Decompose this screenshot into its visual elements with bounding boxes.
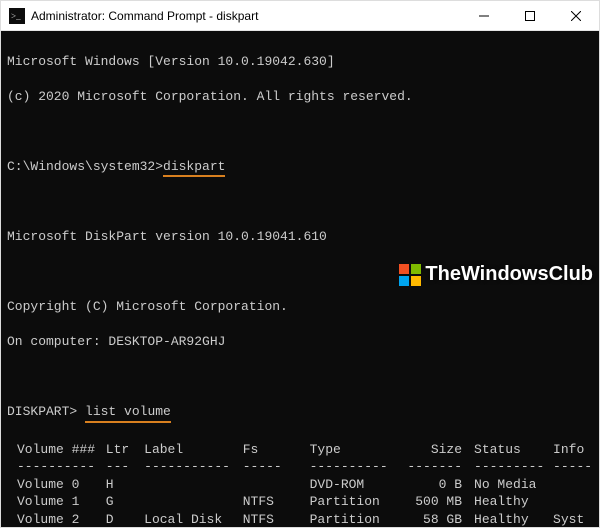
window-title: Administrator: Command Prompt - diskpart — [31, 9, 461, 23]
table-cell: No Media — [474, 476, 553, 494]
table-cell: 58 GB — [407, 511, 474, 527]
table-cell: H — [106, 476, 144, 494]
table-row: Volume 0H DVD-ROM0 BNo Media — [7, 476, 593, 494]
copyright-line: (c) 2020 Microsoft Corporation. All righ… — [7, 88, 593, 106]
terminal-output[interactable]: Microsoft Windows [Version 10.0.19042.63… — [1, 31, 599, 527]
table-cell: Volume 1 — [7, 493, 106, 511]
cmd-icon: >_ — [9, 8, 25, 24]
table-cell — [553, 493, 593, 511]
col-label: Label — [144, 441, 243, 459]
diskpart-prompt: DISKPART> — [7, 404, 77, 419]
table-cell: Volume 2 — [7, 511, 106, 527]
diskpart-copyright: Copyright (C) Microsoft Corporation. — [7, 298, 593, 316]
table-row: Volume 1G NTFSPartition500 MBHealthy — [7, 493, 593, 511]
table-header-row: Volume ### Ltr Label Fs Type Size Status… — [7, 441, 593, 459]
col-fs: Fs — [243, 441, 310, 459]
table-cell: DVD-ROM — [310, 476, 408, 494]
table-cell: NTFS — [243, 511, 310, 527]
close-button[interactable] — [553, 1, 599, 30]
table-cell: D — [106, 511, 144, 527]
command-list-volume: list volume — [85, 403, 171, 421]
table-cell: 500 MB — [407, 493, 474, 511]
titlebar[interactable]: >_ Administrator: Command Prompt - diskp… — [1, 1, 599, 31]
table-cell — [553, 476, 593, 494]
table-cell: Healthy — [474, 511, 553, 527]
svg-text:>_: >_ — [11, 11, 21, 21]
minimize-button[interactable] — [461, 1, 507, 30]
col-type: Type — [310, 441, 408, 459]
table-cell — [144, 476, 243, 494]
table-cell: 0 B — [407, 476, 474, 494]
maximize-button[interactable] — [507, 1, 553, 30]
command-diskpart: diskpart — [163, 158, 225, 176]
table-cell: NTFS — [243, 493, 310, 511]
table-divider-row: ---------- --- ----------- ----- -------… — [7, 458, 593, 476]
table-row: Volume 2DLocal DiskNTFSPartition58 GBHea… — [7, 511, 593, 527]
table-cell: G — [106, 493, 144, 511]
volume-table: Volume ### Ltr Label Fs Type Size Status… — [7, 441, 593, 527]
col-size: Size — [407, 441, 474, 459]
table-cell — [243, 476, 310, 494]
prompt-path: C:\Windows\system32> — [7, 159, 163, 174]
table-cell: Healthy — [474, 493, 553, 511]
command-prompt-window: >_ Administrator: Command Prompt - diskp… — [0, 0, 600, 528]
col-status: Status — [474, 441, 553, 459]
table-cell: Local Disk — [144, 511, 243, 527]
window-controls — [461, 1, 599, 30]
col-ltr: Ltr — [106, 441, 144, 459]
table-cell: Volume 0 — [7, 476, 106, 494]
table-cell: Partition — [310, 493, 408, 511]
table-cell — [144, 493, 243, 511]
table-cell: Partition — [310, 511, 408, 527]
col-volume: Volume ### — [7, 441, 106, 459]
diskpart-version: Microsoft DiskPart version 10.0.19041.61… — [7, 228, 593, 246]
col-info: Info — [553, 441, 593, 459]
table-cell: Syst — [553, 511, 593, 527]
os-version-line: Microsoft Windows [Version 10.0.19042.63… — [7, 53, 593, 71]
diskpart-computer: On computer: DESKTOP-AR92GHJ — [7, 333, 593, 351]
